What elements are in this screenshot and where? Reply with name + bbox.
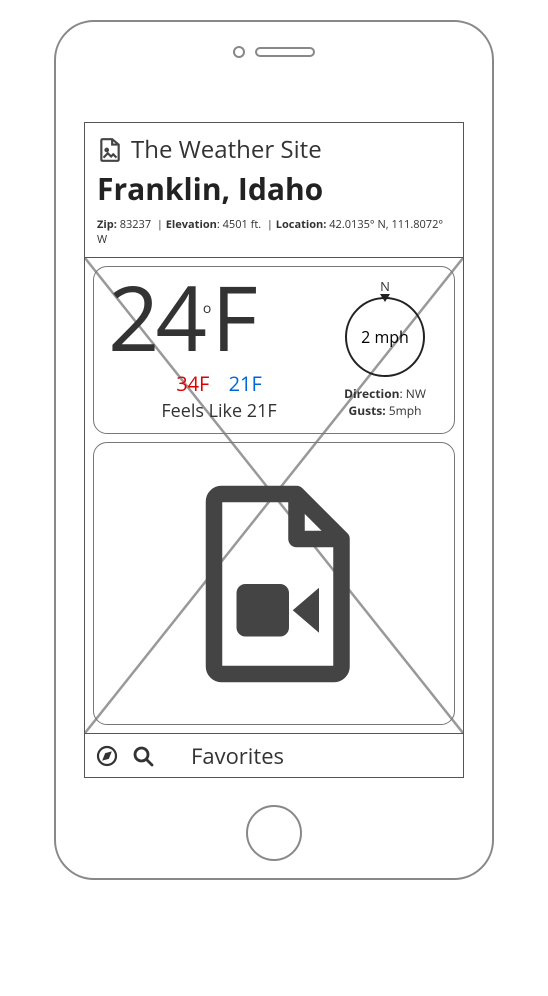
phone-camera-icon	[233, 46, 245, 58]
temperature-column: 24 o F 34F 21F Feels Like 21F	[108, 277, 330, 423]
wind-marker-icon	[380, 294, 390, 302]
meta-sep: |	[264, 217, 276, 232]
degree-symbol: o	[203, 299, 211, 318]
wind-direction-value: NW	[406, 385, 426, 402]
wind-column: N 2 mph Direction: NW Gusts: 5mph	[330, 277, 440, 423]
temperature-main: 24 o F	[108, 277, 330, 358]
wind-gusts-value: 5mph	[389, 402, 422, 419]
feels-like: Feels Like 21F	[108, 399, 330, 423]
location-meta: Zip: 83237 | Elevation: 4501 ft. | Locat…	[97, 217, 451, 247]
app-header: The Weather Site Franklin, Idaho Zip: 83…	[85, 123, 463, 258]
temperature-value: 24	[108, 277, 203, 358]
wind-gusts-label: Gusts:	[349, 402, 386, 419]
phone-bottom	[56, 798, 492, 868]
site-title: The Weather Site	[131, 133, 322, 166]
home-button[interactable]	[246, 805, 302, 861]
bottom-bar: Favorites	[85, 733, 463, 777]
phone-top	[56, 22, 492, 82]
location-title: Franklin, Idaho	[97, 168, 451, 209]
wind-speed: 2 mph	[361, 326, 409, 348]
site-row: The Weather Site	[97, 133, 451, 166]
wind-compass-icon: 2 mph	[345, 297, 425, 377]
current-weather-card: 24 o F 34F 21F Feels Like 21F N 2 mph	[93, 266, 455, 434]
phone-speaker-icon	[255, 47, 315, 57]
low-temp: 21F	[229, 370, 262, 397]
wind-direction-label: Direction	[344, 385, 399, 402]
elevation-value: 4501 ft.	[223, 217, 262, 232]
elevation-label: Elevation	[166, 217, 217, 232]
video-file-icon	[184, 474, 364, 694]
favorites-button[interactable]: Favorites	[191, 741, 284, 771]
location-label: Location:	[276, 217, 327, 232]
media-placeholder-card[interactable]	[93, 442, 455, 725]
compass-icon[interactable]	[95, 744, 119, 768]
wind-direction-row: Direction: NW	[344, 385, 426, 402]
zip-value: 83237	[120, 217, 151, 232]
meta-sep: |	[154, 217, 166, 232]
high-temp: 34F	[176, 370, 209, 397]
phone-frame: The Weather Site Franklin, Idaho Zip: 83…	[54, 20, 494, 880]
compass-n-label: N	[380, 277, 390, 295]
zip-label: Zip:	[97, 217, 117, 232]
wind-gusts-row: Gusts: 5mph	[349, 402, 422, 419]
content-area: 24 o F 34F 21F Feels Like 21F N 2 mph	[85, 258, 463, 733]
temperature-unit: F	[211, 277, 255, 358]
search-icon[interactable]	[131, 744, 155, 768]
app-screen: The Weather Site Franklin, Idaho Zip: 83…	[84, 122, 464, 778]
image-file-icon	[97, 137, 123, 163]
